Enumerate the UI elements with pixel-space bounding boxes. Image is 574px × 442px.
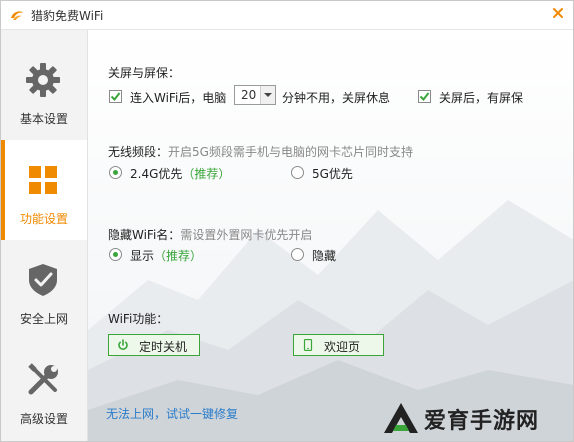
- minutes-select[interactable]: 20: [234, 85, 276, 105]
- ssid-hide-radio[interactable]: [291, 248, 304, 261]
- phone-icon: [303, 339, 313, 351]
- ssid-hide-label: 隐藏: [312, 249, 337, 263]
- check-icon: [110, 92, 121, 102]
- sidebar: 基本设置 功能设置 安全上网 高级设置: [1, 30, 88, 441]
- auto-rest-suffix: 分钟不用，关屏休息: [282, 91, 391, 105]
- sidebar-item-basic[interactable]: 基本设置: [1, 40, 87, 140]
- minutes-value: 20: [241, 88, 257, 102]
- recommended-tag: （推荐）: [182, 167, 231, 181]
- auto-rest-prefix: 连入WiFi后，电脑: [130, 91, 227, 105]
- app-window: 猎豹免费WiFi 基本设置 功能设置 安全上网 高级设置 关屏与屏保： 连入Wi…: [0, 0, 574, 442]
- close-icon[interactable]: [551, 6, 565, 20]
- band-5g-radio[interactable]: [291, 166, 304, 179]
- recommended-tag: （推荐）: [154, 249, 203, 263]
- hide-section-title: 隐藏WiFi名：需设置外置网卡优先开启: [108, 226, 312, 243]
- screensaver-label: 关屏后，有屏保: [439, 91, 524, 105]
- band-hint: 开启5G频段需手机与电脑的网卡芯片同时支持: [168, 145, 413, 159]
- ssid-show-radio[interactable]: [109, 248, 122, 261]
- shield-check-icon: [29, 264, 57, 296]
- chevron-down-icon[interactable]: [260, 86, 275, 104]
- welcome-page-label: 欢迎页: [324, 340, 361, 354]
- sidebar-item-label: 高级设置: [19, 412, 68, 426]
- timer-shutdown-label: 定时关机: [139, 340, 188, 354]
- hide-title-text: 隐藏WiFi名：: [108, 228, 181, 242]
- title-bar[interactable]: 猎豹免费WiFi: [1, 1, 573, 30]
- hide-hint: 需设置外置网卡优先开启: [180, 228, 313, 242]
- sidebar-item-label: 安全上网: [19, 312, 68, 326]
- band-24g-text: 2.4G优先: [130, 167, 183, 181]
- power-icon: [118, 339, 128, 350]
- screen-section-title: 关屏与屏保：: [108, 64, 180, 81]
- band-5g-label: 5G优先: [312, 167, 353, 181]
- screensaver-checkbox[interactable]: [418, 90, 431, 103]
- watermark: 爱育手游网: [382, 401, 562, 435]
- gear-icon: [26, 63, 60, 97]
- sidebar-item-security[interactable]: 安全上网: [1, 240, 87, 340]
- welcome-page-button[interactable]: 欢迎页: [293, 334, 384, 356]
- band-24g-label: 2.4G优先（推荐）: [130, 165, 230, 182]
- one-click-repair-link[interactable]: 无法上网，试试一键修复: [106, 405, 238, 422]
- window-title: 猎豹免费WiFi: [31, 9, 104, 23]
- grid-icon: [29, 166, 57, 194]
- auto-rest-checkbox[interactable]: [109, 90, 122, 103]
- band-title-text: 无线频段：: [108, 145, 169, 159]
- features-title-text: WiFi功能：: [108, 312, 169, 326]
- sidebar-item-label: 基本设置: [19, 112, 68, 126]
- screen-title-text: 关屏与屏保：: [108, 66, 181, 80]
- timer-shutdown-button[interactable]: 定时关机: [108, 334, 200, 356]
- band-section-title: 无线频段：开启5G频段需手机与电脑的网卡芯片同时支持: [108, 143, 413, 160]
- main-panel: 关屏与屏保： 连入WiFi后，电脑 20 分钟不用，关屏休息 关屏后，有屏保 无…: [88, 30, 573, 441]
- features-section-title: WiFi功能：: [108, 310, 168, 327]
- sidebar-item-features[interactable]: 功能设置: [1, 140, 87, 240]
- sidebar-item-advanced[interactable]: 高级设置: [1, 340, 87, 440]
- cheetah-logo-icon: [11, 11, 23, 20]
- watermark-logo-icon: [384, 403, 418, 433]
- watermark-text: 爱育手游网: [424, 409, 540, 434]
- ssid-show-text: 显示: [130, 249, 155, 263]
- band-24g-radio[interactable]: [109, 166, 122, 179]
- ssid-show-label: 显示（推荐）: [130, 247, 202, 264]
- tools-icon: [28, 363, 58, 395]
- check-icon: [419, 92, 430, 102]
- sidebar-item-label: 功能设置: [19, 212, 68, 226]
